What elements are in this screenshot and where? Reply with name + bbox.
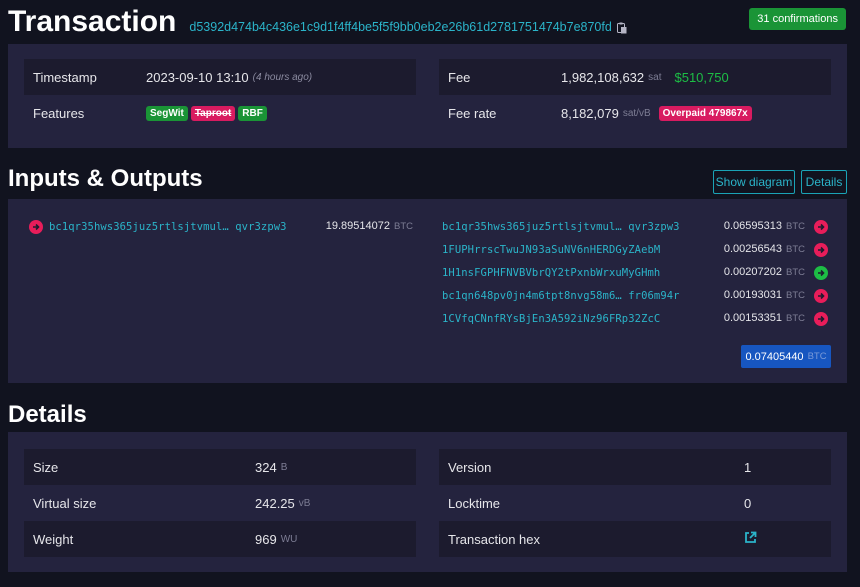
copy-icon[interactable] <box>616 22 627 34</box>
output-address[interactable]: bc1qn648pv0jn4m6tpt8nvg58m6… fr06m94r <box>442 290 680 302</box>
weight-row: Weight 969 WU <box>24 521 416 557</box>
locktime-label: Locktime <box>448 495 501 511</box>
input-amount-unit: BTC <box>394 221 413 232</box>
fee-rate-label: Fee rate <box>448 105 497 121</box>
io-section-title: Inputs & Outputs <box>8 165 203 192</box>
outputs-total: 0.07405440 BTC <box>741 345 831 368</box>
output-amount: 0.00193031 BTC <box>690 289 805 301</box>
output-amount-unit: BTC <box>786 221 805 232</box>
fee-usd: $510,750 <box>674 69 729 85</box>
confirmations-badge: 31 confirmations <box>749 8 846 30</box>
output-address[interactable]: 1CVfqCNnfRYsBjEn3A592iNz96FRp32ZcC <box>442 313 660 325</box>
input-spent-arrow-icon[interactable] <box>29 220 43 234</box>
output-spent-arrow-icon[interactable] <box>814 289 828 303</box>
version-value: 1 <box>744 459 752 475</box>
fee-rate-unit: sat/vB <box>622 107 651 119</box>
output-row: 1H1nsFGPHFNVBVbrQY2tPxnbWrxuMyGHmh <box>442 263 660 283</box>
output-address[interactable]: 1FUPHrrscTwuJN93aSuNV6nHERDGyZAebM <box>442 244 660 256</box>
output-amount: 0.00207202 BTC <box>690 266 805 278</box>
summary-panel: Timestamp 2023-09-10 13:10 (4 hours ago)… <box>8 44 847 148</box>
fee-unit: sat <box>648 71 662 83</box>
locktime-row: Locktime 0 <box>439 485 831 521</box>
size-row: Size 324 B <box>24 449 416 485</box>
timestamp-ago: (4 hours ago) <box>252 71 313 83</box>
fee-rate-value: 8,182,079 <box>561 105 619 121</box>
output-amount-value: 0.00153351 <box>723 312 782 324</box>
txid-link[interactable]: d5392d474b4c436e1c9d1f4ff4be5f5f9bb0eb2e… <box>189 20 611 34</box>
feature-badge-taproot[interactable]: Taproot <box>190 105 236 121</box>
output-spent-arrow-icon[interactable] <box>814 312 828 326</box>
vsize-unit: vB <box>298 497 311 509</box>
input-row: bc1qr35hws365juz5rtlsjtvmul… qvr3zpw3 <box>29 217 287 237</box>
vsize-value: 242.25 <box>255 495 295 511</box>
timestamp-value: 2023-09-10 13:10 <box>146 69 249 85</box>
hex-row: Transaction hex <box>439 521 831 557</box>
page-title: Transaction <box>8 5 177 38</box>
output-amount-value: 0.06595313 <box>723 220 782 232</box>
fee-value: 1,982,108,632 <box>561 69 645 85</box>
details-button[interactable]: Details <box>801 170 847 194</box>
input-address[interactable]: bc1qr35hws365juz5rtlsjtvmul… qvr3zpw3 <box>49 221 287 233</box>
features-row: Features SegWit Taproot RBF <box>24 95 416 131</box>
version-label: Version <box>448 459 492 475</box>
output-row: 1FUPHrrscTwuJN93aSuNV6nHERDGyZAebM <box>442 240 660 260</box>
output-address[interactable]: 1H1nsFGPHFNVBVbrQY2tPxnbWrxuMyGHmh <box>442 267 660 279</box>
summary-left-table: Timestamp 2023-09-10 13:10 (4 hours ago)… <box>24 59 416 131</box>
version-row: Version 1 <box>439 449 831 485</box>
show-diagram-button[interactable]: Show diagram <box>713 170 795 194</box>
feature-badge-rbf[interactable]: RBF <box>238 105 267 121</box>
weight-value: 969 <box>255 531 277 547</box>
input-amount: 19.89514072 BTC <box>300 220 413 232</box>
size-label: Size <box>33 459 59 475</box>
output-row: bc1qr35hws365juz5rtlsjtvmul… qvr3zpw3 <box>442 217 680 237</box>
output-amount-unit: BTC <box>786 313 805 324</box>
output-address[interactable]: bc1qr35hws365juz5rtlsjtvmul… qvr3zpw3 <box>442 221 680 233</box>
total-unit: BTC <box>807 351 827 362</box>
size-unit: B <box>280 461 288 473</box>
timestamp-row: Timestamp 2023-09-10 13:10 (4 hours ago) <box>24 59 416 95</box>
output-amount: 0.06595313 BTC <box>690 220 805 232</box>
output-spent-arrow-icon[interactable] <box>814 243 828 257</box>
overpaid-badge: Overpaid 479867x <box>658 105 752 121</box>
output-amount-value: 0.00256543 <box>723 243 782 255</box>
timestamp-label: Timestamp <box>33 69 97 85</box>
input-amount-value: 19.89514072 <box>325 220 390 232</box>
output-amount: 0.00153351 BTC <box>690 312 805 324</box>
output-amount-value: 0.00193031 <box>723 289 782 301</box>
vsize-label: Virtual size <box>33 495 97 511</box>
fee-label: Fee <box>448 69 471 85</box>
details-left-table: Size 324 B Virtual size 242.25 vB Weight 9… <box>24 449 416 557</box>
size-value: 324 <box>255 459 277 475</box>
fee-row: Fee 1,982,108,632 sat $510,750 <box>439 59 831 95</box>
details-section-title: Details <box>8 401 87 428</box>
output-row: bc1qn648pv0jn4m6tpt8nvg58m6… fr06m94r <box>442 286 680 306</box>
vsize-row: Virtual size 242.25 vB <box>24 485 416 521</box>
summary-right-table: Fee 1,982,108,632 sat $510,750 Fee rate … <box>439 59 831 131</box>
total-amount: 0.07405440 <box>745 350 804 363</box>
locktime-value: 0 <box>744 495 752 511</box>
output-spent-arrow-icon[interactable] <box>814 220 828 234</box>
fee-rate-row: Fee rate 8,182,079 sat/vB Overpaid 47986… <box>439 95 831 131</box>
hex-label: Transaction hex <box>448 531 541 547</box>
output-amount-value: 0.00207202 <box>723 266 782 278</box>
weight-label: Weight <box>33 531 74 547</box>
output-amount-unit: BTC <box>786 267 805 278</box>
output-amount: 0.00256543 BTC <box>690 243 805 255</box>
output-unspent-arrow-icon[interactable] <box>814 266 828 280</box>
details-panel: Size 324 B Virtual size 242.25 vB Weight 9… <box>8 432 847 572</box>
external-link-icon[interactable] <box>744 531 757 547</box>
weight-unit: WU <box>280 533 298 545</box>
output-amount-unit: BTC <box>786 290 805 301</box>
features-label: Features <box>33 105 85 121</box>
page-header: Transaction d5392d474b4c436e1c9d1f4ff4be… <box>8 2 848 40</box>
output-amount-unit: BTC <box>786 244 805 255</box>
output-row: 1CVfqCNnfRYsBjEn3A592iNz96FRp32ZcC <box>442 309 660 329</box>
feature-badge-segwit[interactable]: SegWit <box>146 105 188 121</box>
details-right-table: Version 1 Locktime 0 Transaction hex <box>439 449 831 557</box>
